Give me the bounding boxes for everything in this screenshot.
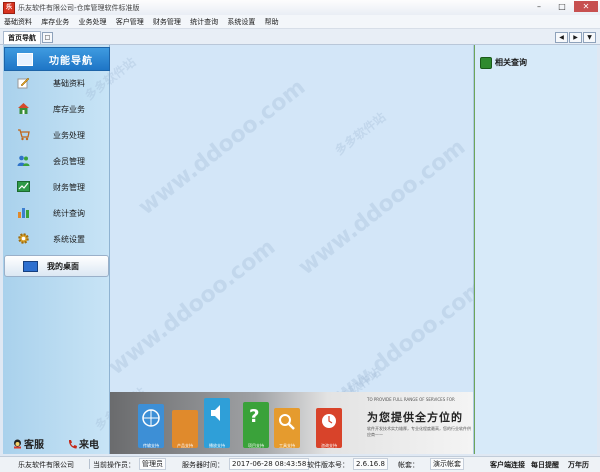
monitor-icon bbox=[17, 53, 33, 66]
sidebar: 功能导航 基础资料 库存业务 业务处理 会员管理 财务管理 统计查询 系统设置 … bbox=[3, 45, 110, 454]
status-company: 乐友软件有限公司 bbox=[18, 461, 74, 469]
menu-bar: 基础资料 库存业务 业务处理 客户管理 财务管理 统计查询 系统设置 帮助 bbox=[0, 15, 600, 29]
close-button[interactable]: ✕ bbox=[574, 1, 598, 12]
watermark: www.ddooo.com bbox=[133, 74, 311, 221]
nav-header: 功能导航 bbox=[4, 47, 110, 71]
sidebar-item-statistics[interactable]: 统计查询 bbox=[17, 205, 109, 221]
status-version-label: 软件版本号： bbox=[307, 461, 349, 469]
status-bar: 乐友软件有限公司 当前操作员： 管理员 服务器时间： 2017-06-28 08… bbox=[0, 456, 600, 472]
globe-icon bbox=[142, 409, 160, 427]
sidebar-item-label: 系统设置 bbox=[53, 235, 85, 244]
status-operator: 管理员 bbox=[139, 458, 166, 470]
sidebar-item-label: 业务处理 bbox=[53, 131, 85, 140]
calendar-link[interactable]: 万年历 bbox=[568, 460, 589, 470]
banner-panel-playback: 播放支持 bbox=[204, 398, 230, 448]
phone-icon bbox=[68, 440, 77, 449]
sidebar-item-business[interactable]: 业务处理 bbox=[17, 127, 109, 143]
my-desktop-button[interactable]: 我的桌面 bbox=[4, 255, 109, 277]
menu-item-inventory[interactable]: 库存业务 bbox=[37, 15, 72, 27]
status-account: 演示帐套 bbox=[430, 458, 464, 470]
banner-description: 软件开发技术实力雄厚，专业化程度最高，您的行业软件供应商—— bbox=[367, 426, 471, 437]
question-icon: ? bbox=[249, 406, 260, 427]
banner-panel-consulting: 咨询支持 bbox=[316, 408, 342, 448]
banner-title: 为您提供全方位的 bbox=[367, 411, 463, 424]
speaker-icon bbox=[211, 405, 220, 421]
watermark: www.ddooo.com bbox=[103, 234, 281, 381]
sidebar-item-label: 统计查询 bbox=[53, 209, 85, 218]
banner-subtitle: TO PROVIDE FULL RANGE OF SERVICES FOR bbox=[367, 397, 455, 402]
sidebar-item-inventory[interactable]: 库存业务 bbox=[17, 101, 109, 117]
title-bar: 乐 乐友软件有限公司-仓库管理软件标准版 – □ ✕ bbox=[0, 0, 600, 16]
query-icon bbox=[480, 57, 492, 69]
menu-item-customers[interactable]: 客户管理 bbox=[112, 15, 147, 27]
banner-panel-label: 工具支持 bbox=[279, 443, 295, 448]
status-version: 2.6.16.8 bbox=[353, 458, 388, 470]
edit-icon bbox=[17, 77, 30, 89]
window-title: 乐友软件有限公司-仓库管理软件标准版 bbox=[18, 4, 140, 12]
status-server-time: 2017-06-28 08:43:58 bbox=[229, 458, 310, 470]
related-query-title[interactable]: 相关查询 bbox=[495, 57, 527, 68]
sidebar-bottom-links: 客服 来电 bbox=[13, 436, 109, 451]
sidebar-item-settings[interactable]: 系统设置 bbox=[17, 231, 109, 247]
status-separator bbox=[89, 459, 90, 469]
banner-panel-tools: 工具支持 bbox=[274, 408, 300, 448]
my-desktop-label: 我的桌面 bbox=[47, 262, 79, 271]
customer-service-link[interactable]: 客服 bbox=[13, 436, 44, 451]
tab-next-icon[interactable]: ▶ bbox=[569, 32, 582, 43]
incoming-call-label: 来电 bbox=[79, 440, 99, 451]
client-connection-status[interactable]: 客户端连接 bbox=[490, 460, 525, 470]
related-query-panel: 相关查询 bbox=[474, 45, 597, 454]
status-account-label: 帐套： bbox=[398, 461, 419, 469]
daily-reminder-link[interactable]: 每日提醒 bbox=[531, 460, 559, 470]
banner-panel-label: 咨询支持 bbox=[321, 443, 337, 448]
tab-bar: 首页导航 □ ◀ ▶ ▼ bbox=[0, 29, 600, 45]
service-banner: 传输支持 产品支持 播放支持 ? 项目支持 工具支持 咨询支持 TO PROVI… bbox=[110, 392, 473, 454]
watermark: www.ddooo.com bbox=[293, 134, 471, 281]
cart-icon bbox=[18, 129, 30, 141]
app-logo-icon: 乐 bbox=[3, 2, 15, 14]
watermark: 多多软件站 bbox=[332, 109, 389, 158]
sidebar-item-finance[interactable]: 财务管理 bbox=[17, 179, 109, 195]
banner-panel-project: ? 项目支持 bbox=[243, 402, 269, 448]
gear-icon bbox=[18, 233, 29, 244]
finance-chart-icon bbox=[17, 181, 30, 192]
maximize-button[interactable]: □ bbox=[551, 1, 573, 12]
tab-home-navigation[interactable]: 首页导航 bbox=[3, 31, 41, 44]
tab-prev-icon[interactable]: ◀ bbox=[555, 32, 568, 43]
banner-panel-label: 播放支持 bbox=[209, 443, 225, 448]
incoming-call-link[interactable]: 来电 bbox=[68, 436, 99, 451]
menu-item-finance[interactable]: 财务管理 bbox=[149, 15, 184, 27]
bar-chart-icon bbox=[18, 208, 29, 218]
menu-item-help[interactable]: 帮助 bbox=[261, 15, 282, 27]
tab-list-icon[interactable]: ▼ bbox=[583, 32, 596, 43]
menu-item-business[interactable]: 业务处理 bbox=[74, 15, 109, 27]
sidebar-item-label: 库存业务 bbox=[53, 105, 85, 114]
users-icon bbox=[17, 155, 30, 166]
tab-close-icon[interactable]: □ bbox=[42, 32, 53, 43]
sidebar-item-members[interactable]: 会员管理 bbox=[17, 153, 109, 169]
banner-panel-transfer: 传输支持 bbox=[138, 404, 164, 448]
magnifier-icon bbox=[279, 414, 295, 430]
nav-header-label: 功能导航 bbox=[49, 56, 93, 67]
desktop-content-area: www.ddooo.com www.ddooo.com www.ddooo.co… bbox=[82, 45, 490, 454]
clock-icon bbox=[322, 414, 336, 428]
sidebar-item-label: 基础资料 bbox=[53, 79, 85, 88]
warehouse-icon bbox=[18, 103, 29, 114]
minimize-button[interactable]: – bbox=[528, 1, 550, 12]
customer-service-icon bbox=[14, 439, 21, 449]
desktop-icon bbox=[23, 261, 38, 272]
banner-panel-product: 产品支持 bbox=[172, 410, 198, 448]
status-server-time-label: 服务器时间： bbox=[182, 461, 224, 469]
customer-service-label: 客服 bbox=[24, 440, 44, 451]
menu-item-settings[interactable]: 系统设置 bbox=[223, 15, 258, 27]
sidebar-item-label: 会员管理 bbox=[53, 157, 85, 166]
menu-item-statistics[interactable]: 统计查询 bbox=[186, 15, 221, 27]
sidebar-item-label: 财务管理 bbox=[53, 183, 85, 192]
menu-item-basic-data[interactable]: 基础资料 bbox=[0, 15, 35, 27]
status-operator-label: 当前操作员： bbox=[93, 461, 135, 469]
